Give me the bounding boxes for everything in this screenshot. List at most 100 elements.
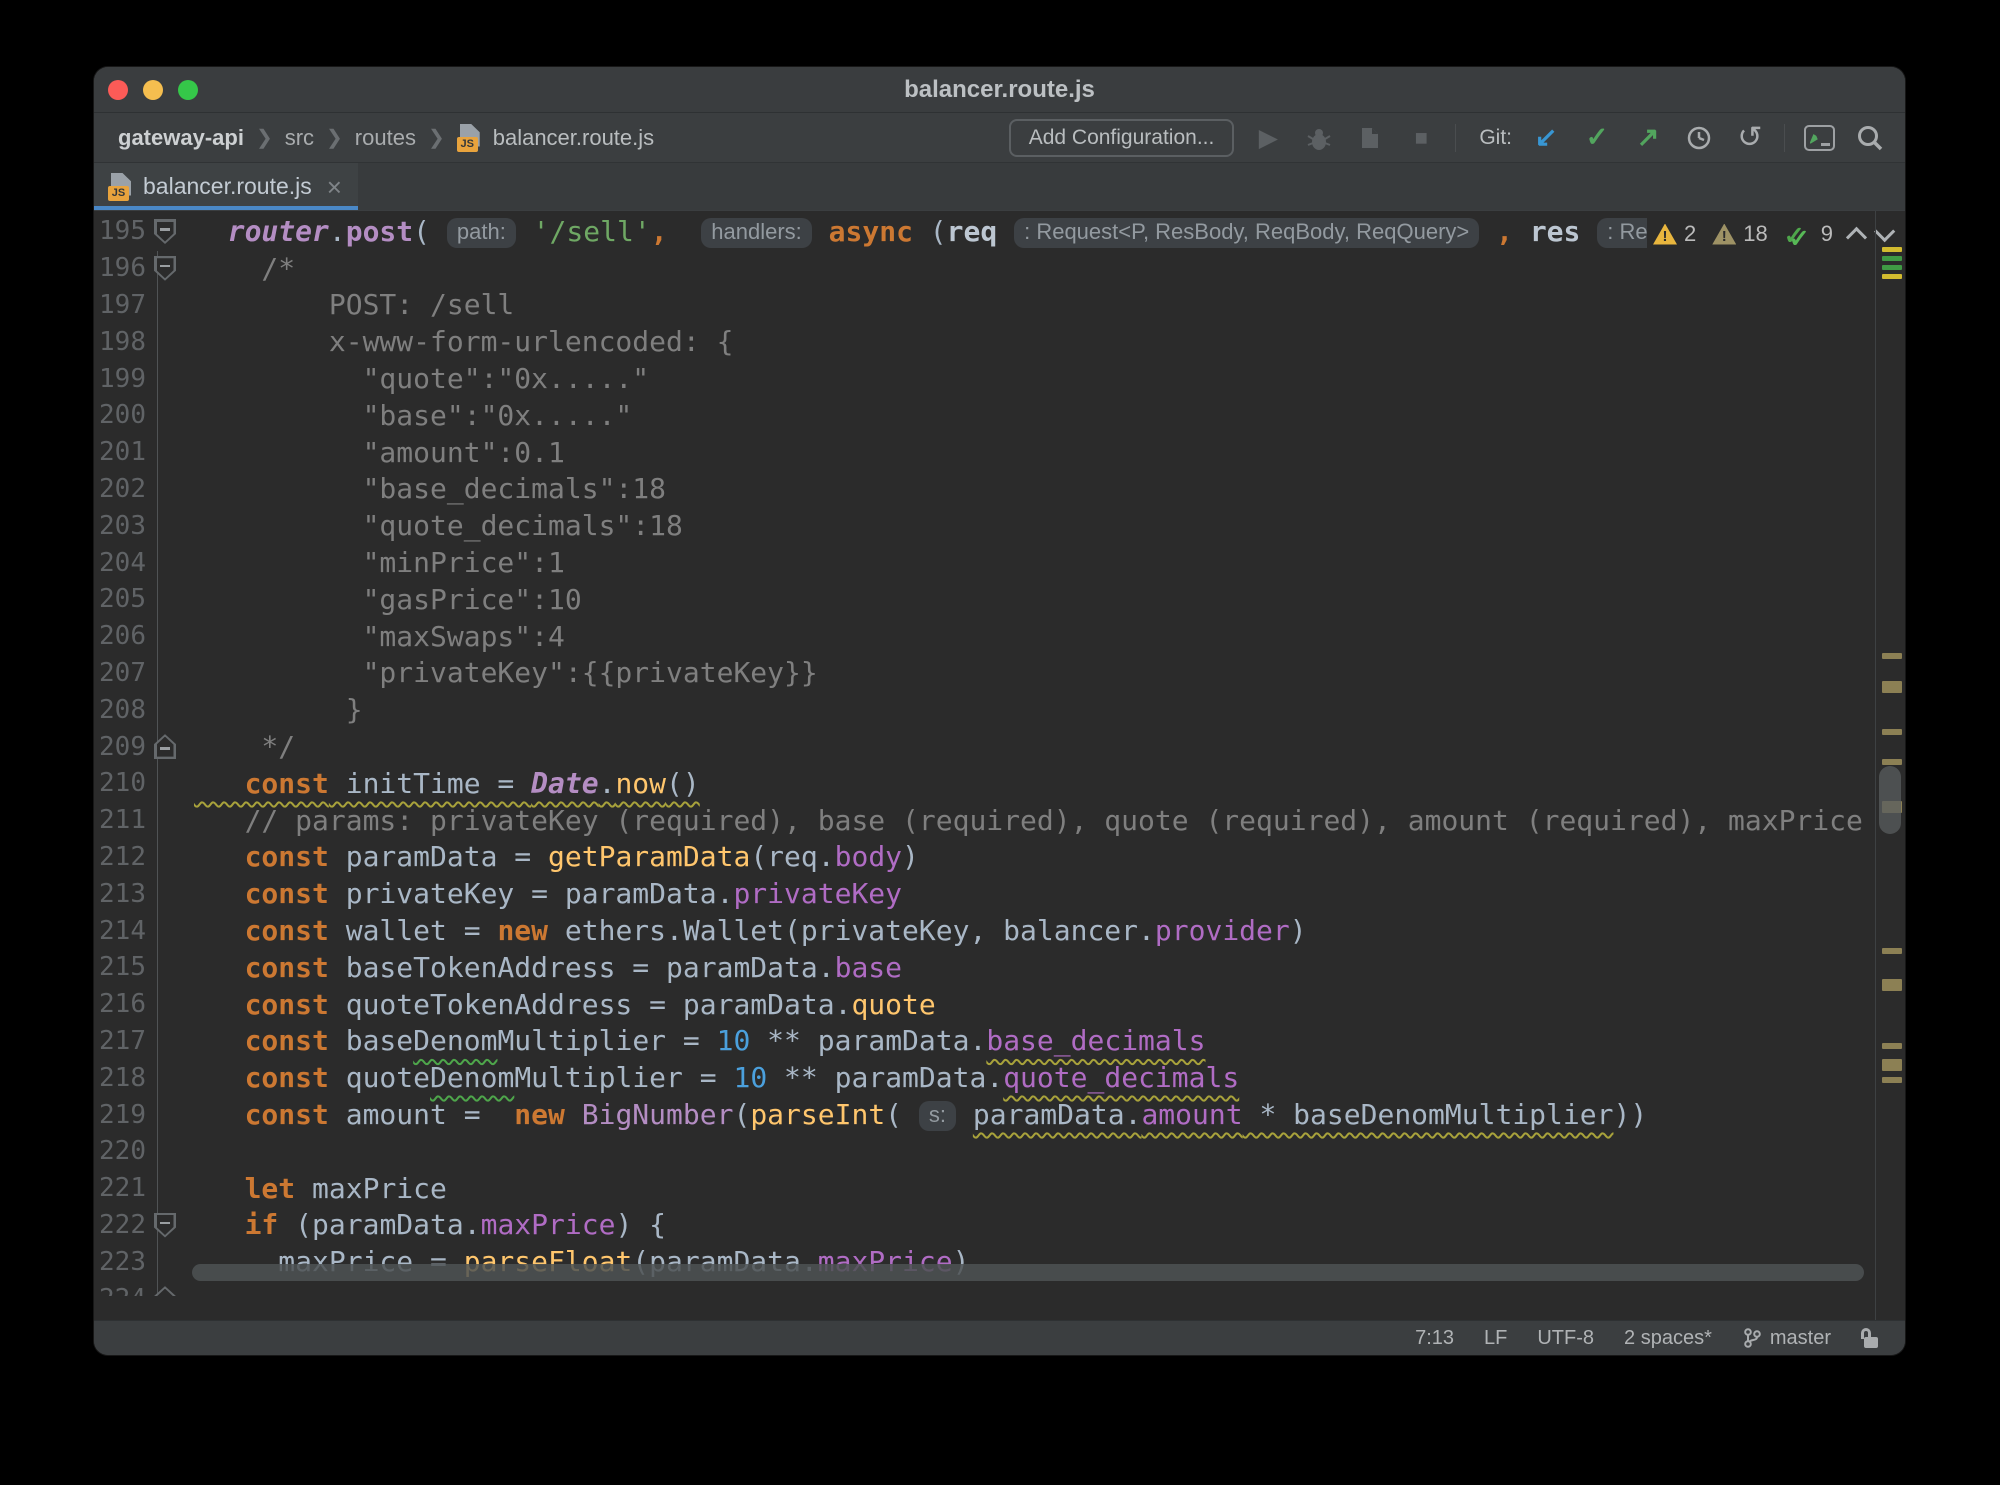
run-anything-terminal-icon[interactable] xyxy=(1802,121,1836,155)
gutter-fold-column xyxy=(146,360,194,397)
gutter-fold-column xyxy=(146,1096,194,1133)
stripe-mark[interactable] xyxy=(1882,1043,1902,1049)
stripe-mark[interactable] xyxy=(1882,265,1902,270)
code-line-203: 203 "quote_decimals":18 xyxy=(94,507,1875,544)
stripe-mark[interactable] xyxy=(1882,247,1902,252)
code-line-197: 197 POST: /sell xyxy=(94,287,1875,324)
code-text: "maxSwaps":4 xyxy=(194,620,565,653)
stripe-mark[interactable] xyxy=(1882,274,1902,279)
stripe-mark[interactable] xyxy=(1882,653,1902,659)
fold-marker-icon[interactable] xyxy=(154,1286,176,1296)
breadcrumb-project[interactable]: gateway-api xyxy=(118,125,244,151)
line-number: 206 xyxy=(94,621,146,651)
fold-marker-icon[interactable] xyxy=(154,1213,176,1238)
line-number: 203 xyxy=(94,511,146,541)
tab-balancer-route-js[interactable]: JS balancer.route.js × xyxy=(94,163,358,210)
file-encoding[interactable]: UTF-8 xyxy=(1537,1327,1594,1350)
navigation-toolbar: gateway-api ❯ src ❯ routes ❯ JS balancer… xyxy=(94,113,1905,163)
warnings-badge[interactable]: ! 2 xyxy=(1653,221,1696,247)
line-number: 195 xyxy=(94,216,146,246)
stripe-mark[interactable] xyxy=(1882,681,1902,693)
gutter-fold-column xyxy=(146,691,194,728)
stripe-mark[interactable] xyxy=(1882,979,1902,991)
line-number: 199 xyxy=(94,364,146,394)
editor-area[interactable]: 195 router.post( path: '/sell', handlers… xyxy=(94,211,1905,1320)
caret-position[interactable]: 7:13 xyxy=(1415,1327,1454,1350)
gutter-fold-column xyxy=(146,213,194,250)
code-line-219: 219 const amount = new BigNumber(parseIn… xyxy=(94,1096,1875,1133)
fold-marker-icon[interactable] xyxy=(154,256,176,281)
stripe-mark[interactable] xyxy=(1882,1059,1902,1071)
weak-warnings-badge[interactable]: ! 18 xyxy=(1712,221,1767,247)
breadcrumb-src[interactable]: src xyxy=(285,125,314,151)
code-text: const amount = new BigNumber(parseInt( s… xyxy=(194,1098,1647,1131)
stripe-mark[interactable] xyxy=(1882,948,1902,954)
line-number: 201 xyxy=(94,437,146,467)
vertical-scrollbar-thumb[interactable] xyxy=(1879,766,1901,834)
code-line-220: 220 xyxy=(94,1133,1875,1170)
code-text: let maxPrice xyxy=(194,1172,447,1205)
line-number: 219 xyxy=(94,1100,146,1130)
rollback-icon[interactable]: ↺ xyxy=(1733,121,1767,155)
line-separator[interactable]: LF xyxy=(1484,1327,1507,1350)
run-with-coverage-icon[interactable] xyxy=(1353,121,1387,155)
code-line-198: 198 x-www-form-urlencoded: { xyxy=(94,323,1875,360)
fold-marker-icon[interactable] xyxy=(154,734,176,759)
git-update-icon[interactable]: ↙ xyxy=(1529,121,1563,155)
code-line-207: 207 "privateKey":{{privateKey}} xyxy=(94,655,1875,692)
history-icon[interactable] xyxy=(1682,121,1716,155)
code-text: } xyxy=(194,693,363,726)
stripe-mark[interactable] xyxy=(1882,759,1902,765)
code-line-221: 221 let maxPrice xyxy=(94,1170,1875,1207)
gutter-fold-column xyxy=(146,1170,194,1207)
toolbar-actions: Add Configuration... ▶ ■ Git: ↙ ✓ ↗ ↺ xyxy=(1009,119,1887,157)
previous-problem-icon[interactable] xyxy=(1846,226,1867,247)
gutter-fold-column xyxy=(146,1059,194,1096)
debug-icon[interactable] xyxy=(1302,121,1336,155)
code-text: POST: /sell xyxy=(194,288,514,321)
horizontal-scrollbar-thumb[interactable] xyxy=(192,1264,1864,1281)
breadcrumb-file[interactable]: balancer.route.js xyxy=(493,125,654,151)
breadcrumb-routes[interactable]: routes xyxy=(355,125,416,151)
stop-icon[interactable]: ■ xyxy=(1404,121,1438,155)
run-icon[interactable]: ▶ xyxy=(1251,121,1285,155)
line-number: 197 xyxy=(94,290,146,320)
code-text: const privateKey = paramData.privateKey xyxy=(194,877,902,910)
inspection-widget[interactable]: ! 2 ! 18 ✓✓ 9 xyxy=(1647,216,1901,252)
code-text: "quote_decimals":18 xyxy=(194,509,683,542)
error-stripe[interactable] xyxy=(1875,211,1905,1320)
git-commit-icon[interactable]: ✓ xyxy=(1580,121,1614,155)
close-tab-icon[interactable]: × xyxy=(327,174,342,200)
code-line-200: 200 "base":"0x....." xyxy=(94,397,1875,434)
add-configuration-button[interactable]: Add Configuration... xyxy=(1009,119,1235,157)
stripe-mark[interactable] xyxy=(1882,256,1902,261)
search-everywhere-icon[interactable] xyxy=(1853,121,1887,155)
toolbar-separator xyxy=(1784,124,1785,152)
typos-badge[interactable]: ✓✓ 9 xyxy=(1784,221,1833,247)
gutter-fold-column xyxy=(146,471,194,508)
line-number: 217 xyxy=(94,1026,146,1056)
line-number: 198 xyxy=(94,327,146,357)
stripe-mark[interactable] xyxy=(1882,1077,1902,1083)
indent-style[interactable]: 2 spaces* xyxy=(1624,1327,1712,1350)
gutter-fold-column xyxy=(146,728,194,765)
code-text: const initTime = Date.now() xyxy=(194,767,700,800)
git-push-icon[interactable]: ↗ xyxy=(1631,121,1665,155)
code-text: x-www-form-urlencoded: { xyxy=(194,325,733,358)
gutter-fold-column xyxy=(146,544,194,581)
gutter-fold-column xyxy=(146,839,194,876)
git-branch-widget[interactable]: master xyxy=(1742,1327,1831,1350)
gutter-fold-column xyxy=(146,765,194,802)
code-line-205: 205 "gasPrice":10 xyxy=(94,581,1875,618)
code-text: "gasPrice":10 xyxy=(194,583,582,616)
line-number: 223 xyxy=(94,1247,146,1277)
line-number: 212 xyxy=(94,842,146,872)
stripe-mark[interactable] xyxy=(1882,729,1902,735)
gutter-fold-column xyxy=(146,986,194,1023)
chevron-right-icon: ❯ xyxy=(428,125,445,150)
write-access-unlock-icon[interactable] xyxy=(1861,1328,1879,1348)
gutter-fold-column xyxy=(146,1023,194,1060)
gutter-fold-column xyxy=(146,507,194,544)
fold-marker-icon[interactable] xyxy=(154,219,176,244)
code-line-209: 209 */ xyxy=(94,728,1875,765)
